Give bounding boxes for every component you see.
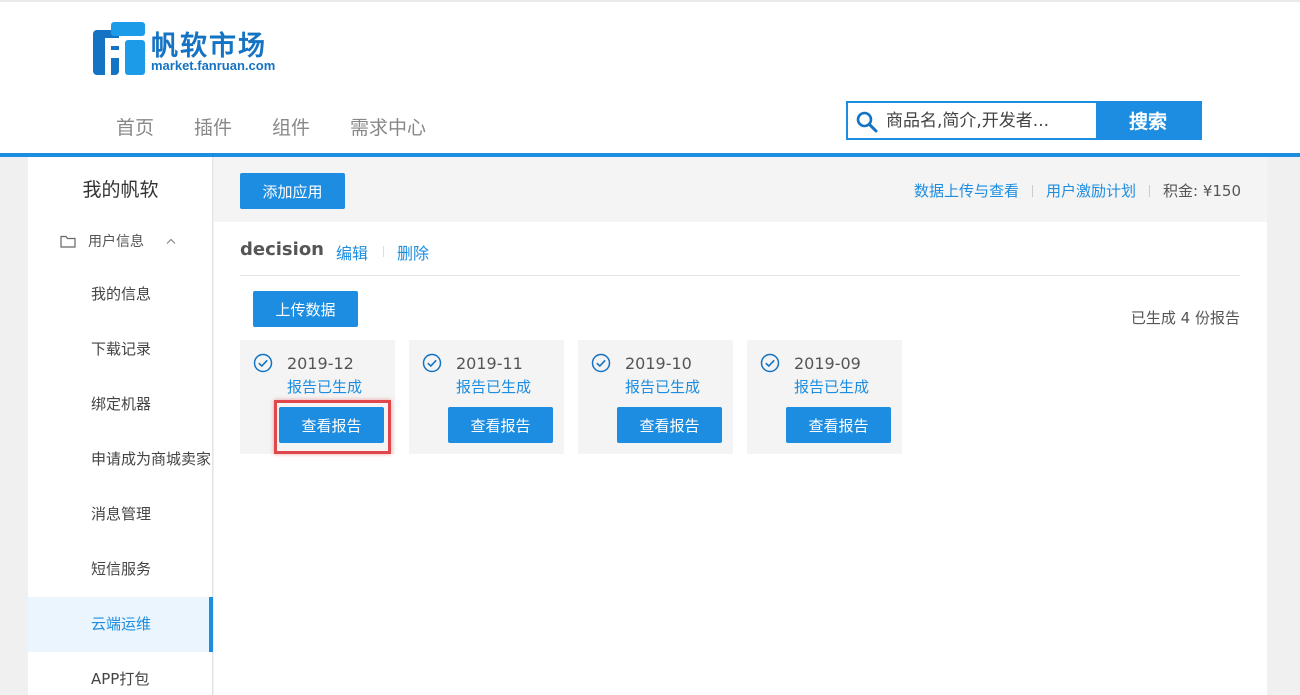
delete-app-link[interactable]: 删除	[397, 240, 429, 264]
section-divider	[240, 275, 1240, 276]
sidebar-group-user-info[interactable]: 用户信息	[60, 231, 176, 251]
report-date: 2019-12	[287, 354, 354, 373]
chevron-up-icon[interactable]	[166, 238, 176, 244]
check-circle-icon	[760, 353, 780, 373]
sidebar-item-downloads[interactable]: 下载记录	[28, 322, 213, 377]
report-status: 报告已生成	[794, 378, 870, 396]
points-balance: 积金: ¥150	[1163, 182, 1241, 200]
search-box: 搜索	[846, 101, 1202, 140]
report-card: 2019-12 报告已生成 查看报告	[240, 340, 395, 454]
link-separator	[1031, 184, 1033, 197]
sidebar-item-bind-machine[interactable]: 绑定机器	[28, 377, 213, 432]
sidebar-item-cloud-ops[interactable]: 云端运维	[28, 597, 213, 652]
check-circle-icon	[591, 353, 611, 373]
report-card: 2019-11 报告已生成 查看报告	[409, 340, 564, 454]
search-button[interactable]: 搜索	[1096, 103, 1200, 138]
user-incentive-link[interactable]: 用户激励计划	[1046, 180, 1136, 201]
report-date: 2019-10	[625, 354, 692, 373]
site-header: 帆软市场 market.fanruan.com 首页 插件 组件 需求中心 搜索	[0, 0, 1300, 157]
toolbar: 添加应用 数据上传与查看 用户激励计划 积金: ¥150	[214, 157, 1267, 222]
nav-home[interactable]: 首页	[116, 113, 154, 140]
brand-subtitle: market.fanruan.com	[151, 58, 276, 73]
sidebar-group-label: 用户信息	[88, 234, 144, 250]
nav-components[interactable]: 组件	[272, 113, 310, 140]
link-separator	[1149, 184, 1150, 197]
main-nav: 首页 插件 组件 需求中心	[116, 113, 466, 140]
view-report-button[interactable]: 查看报告	[279, 407, 384, 443]
app-name: decision	[240, 239, 324, 260]
check-circle-icon	[422, 353, 442, 373]
report-date: 2019-11	[456, 354, 523, 373]
sidebar-item-become-seller[interactable]: 申请成为商城卖家	[28, 432, 213, 487]
report-card: 2019-10 报告已生成 查看报告	[578, 340, 733, 454]
sidebar-item-messages[interactable]: 消息管理	[28, 487, 213, 542]
top-border	[0, 0, 1300, 2]
nav-requirements[interactable]: 需求中心	[350, 113, 426, 140]
app-action-separator	[383, 246, 384, 257]
add-app-button[interactable]: 添加应用	[240, 173, 345, 209]
report-status: 报告已生成	[287, 378, 363, 396]
main-content: 添加应用 数据上传与查看 用户激励计划 积金: ¥150 decision 编辑…	[214, 157, 1267, 695]
upload-data-button[interactable]: 上传数据	[253, 291, 358, 327]
sidebar: 我的帆软 用户信息 我的信息 下载记录 绑定机器 申请成为商城卖家 消息管理 短…	[28, 157, 213, 695]
view-report-button[interactable]: 查看报告	[448, 407, 553, 443]
sidebar-item-my-info[interactable]: 我的信息	[28, 267, 213, 322]
sidebar-item-app-pack[interactable]: APP打包	[28, 652, 213, 695]
view-report-button[interactable]: 查看报告	[786, 407, 891, 443]
report-count: 已生成 4 份报告	[1130, 309, 1240, 327]
data-upload-link[interactable]: 数据上传与查看	[914, 180, 1019, 201]
edit-app-link[interactable]: 编辑	[336, 240, 368, 264]
sidebar-title: 我的帆软	[82, 179, 159, 201]
sidebar-item-sms[interactable]: 短信服务	[28, 542, 213, 597]
check-circle-icon	[253, 353, 273, 373]
brand-logo[interactable]: 帆软市场 market.fanruan.com	[93, 22, 293, 78]
toolbar-links: 数据上传与查看 用户激励计划 积金: ¥150	[914, 180, 1241, 201]
search-icon	[856, 111, 878, 133]
nav-plugins[interactable]: 插件	[194, 113, 232, 140]
fanruan-logo-icon	[93, 22, 145, 75]
view-report-button[interactable]: 查看报告	[617, 407, 722, 443]
page-gutter	[1267, 157, 1300, 695]
report-status: 报告已生成	[456, 378, 532, 396]
search-input[interactable]	[886, 106, 1096, 135]
report-date: 2019-09	[794, 354, 861, 373]
folder-icon	[60, 235, 76, 248]
report-status: 报告已生成	[625, 378, 701, 396]
report-card: 2019-09 报告已生成 查看报告	[747, 340, 902, 454]
